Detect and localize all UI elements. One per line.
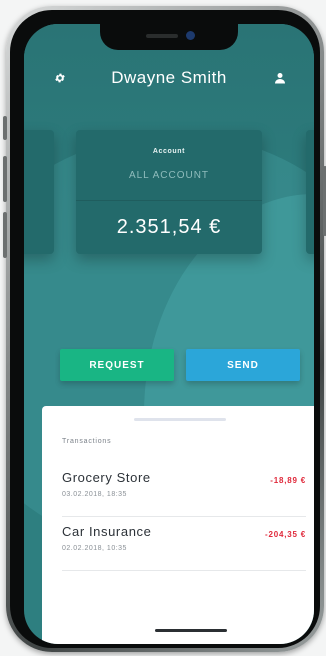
account-card[interactable]: Account ALL ACCOUNT 2.351,54 € [76, 130, 262, 254]
sheet-drag-handle[interactable] [134, 418, 226, 421]
speaker [146, 34, 178, 38]
home-indicator[interactable] [155, 629, 227, 632]
volume-down-button [3, 212, 7, 258]
account-card-subtitle: ALL ACCOUNT [128, 170, 210, 181]
transactions-sheet: Transactions Grocery Store 03.02.2018, 1… [42, 406, 314, 644]
user-icon[interactable] [270, 68, 290, 88]
volume-up-button [3, 156, 7, 202]
transactions-title: Transactions [62, 438, 112, 445]
transaction-amount: -18,89 € [270, 476, 306, 485]
transaction-row[interactable]: Car Insurance 02.02.2018, 10:35 -204,35 … [62, 524, 306, 571]
notch [100, 24, 238, 50]
transaction-amount: -204,35 € [264, 530, 306, 539]
account-balance: 2.351,54 € [116, 216, 222, 238]
send-button[interactable]: SEND [186, 349, 300, 381]
transaction-date: 02.02.2018, 10:35 [62, 545, 127, 552]
transaction-name: Car Insurance [62, 524, 152, 539]
card-divider [76, 200, 262, 201]
transaction-name: Grocery Store [62, 470, 151, 485]
account-card-previous[interactable] [24, 130, 54, 254]
phone-frame: Dwayne Smith Account ALL ACCOUNT 2.351,5… [3, 6, 326, 652]
mute-switch [3, 116, 7, 140]
request-button[interactable]: REQUEST [60, 349, 174, 381]
account-card-next[interactable] [306, 130, 314, 254]
app-screen: Dwayne Smith Account ALL ACCOUNT 2.351,5… [24, 24, 314, 644]
account-card-label: Account [152, 148, 186, 155]
transaction-row[interactable]: Grocery Store 03.02.2018, 18:35 -18,89 € [62, 470, 306, 517]
front-camera [186, 31, 195, 40]
transaction-date: 03.02.2018, 18:35 [62, 491, 127, 498]
